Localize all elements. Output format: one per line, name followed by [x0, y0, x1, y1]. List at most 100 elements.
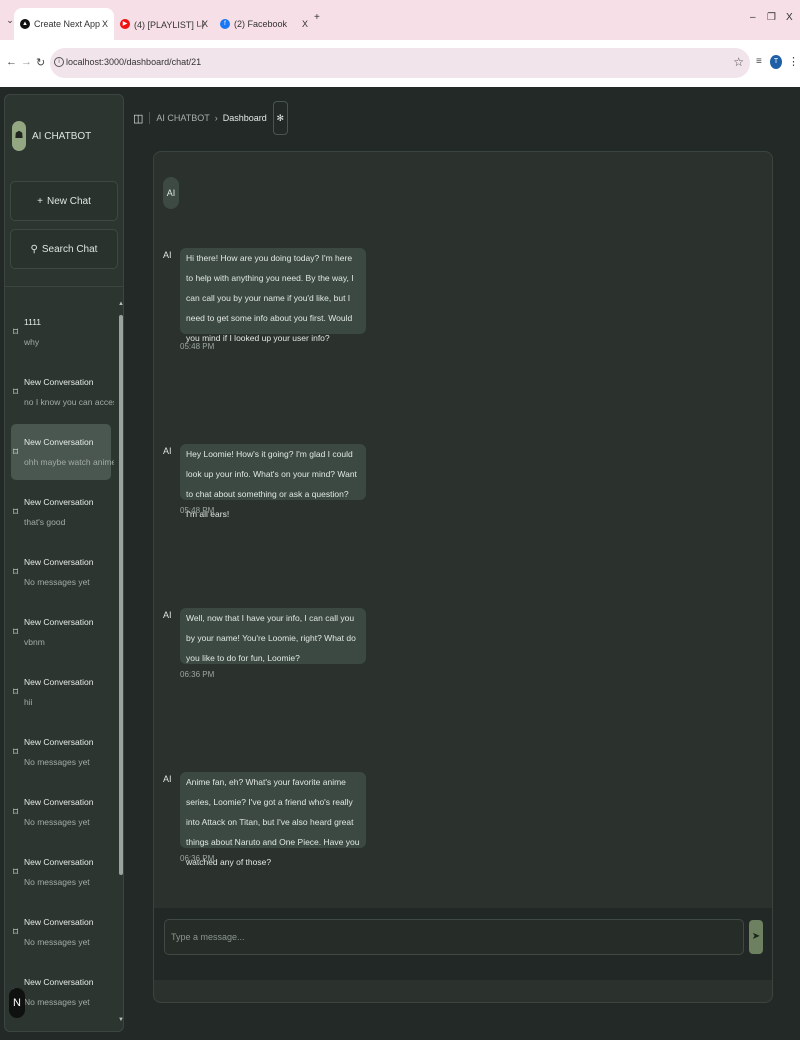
- new-chat-button[interactable]: + New Chat: [10, 181, 118, 221]
- conversation-item[interactable]: ⌑New ConversationNo messages yet: [11, 724, 111, 780]
- profile-avatar[interactable]: T: [770, 55, 782, 69]
- breadcrumb-chevron-icon: ›: [214, 113, 218, 123]
- breadcrumb-current: Dashboard: [222, 113, 267, 123]
- minimize-button[interactable]: –: [750, 12, 756, 23]
- close-tab-icon[interactable]: X: [102, 19, 108, 29]
- close-tab-icon[interactable]: X: [302, 19, 308, 29]
- sidebar-divider: [5, 286, 123, 287]
- message-input[interactable]: [164, 919, 744, 955]
- chat-bubble-icon: ⌑: [13, 447, 19, 458]
- message-timestamp: 06:36 PM: [180, 854, 215, 863]
- assistant-message-bubble: Well, now that I have your info, I can c…: [180, 608, 366, 664]
- conversation-item[interactable]: ⌑ New Conversation No messages yet: [11, 844, 111, 900]
- reload-icon[interactable]: ↻: [36, 56, 45, 69]
- conversation-title: New Conversation: [24, 917, 94, 927]
- search-icon: ⚲: [30, 243, 38, 255]
- browser-menu-icon[interactable]: ⋮: [788, 55, 799, 68]
- conversation-title: 1111: [24, 317, 42, 327]
- conversation-preview: No messages yet: [24, 877, 90, 887]
- new-chat-label: New Chat: [46, 195, 91, 207]
- chat-panel: AI AI Hi there! How are you doing today? …: [153, 151, 773, 1003]
- sidebar-scrollbar[interactable]: [119, 315, 123, 875]
- send-icon: ➤: [751, 931, 761, 942]
- forward-arrow-icon[interactable]: →: [21, 56, 32, 68]
- browser-tab[interactable]: ▶ (4) [PLAYLIST] 나 혼자만 X: [114, 8, 214, 40]
- brand: ☗ AI CHATBOT: [12, 121, 91, 151]
- conversation-title: New Conversation: [24, 797, 94, 807]
- browser-address-bar: ← → ↻ i localhost:3000/dashboard/chat/21…: [0, 40, 800, 87]
- new-tab-button[interactable]: +: [314, 12, 320, 23]
- plus-icon: +: [37, 195, 43, 207]
- conversation-item[interactable]: ⌑ New Conversation hii: [11, 664, 111, 720]
- conversation-preview: ohh maybe watch anime: [24, 457, 114, 467]
- scroll-up-arrow-icon[interactable]: ▲: [118, 301, 123, 307]
- conversation-item[interactable]: ⌑ New Conversation vbnm: [11, 604, 111, 660]
- browser-tab[interactable]: f (2) Facebook X: [214, 8, 314, 40]
- assistant-message-bubble: Hey Loomie! How's it going? I'm glad I c…: [180, 444, 366, 519]
- assistant-avatar: AI: [163, 446, 172, 456]
- close-window-button[interactable]: X: [786, 12, 793, 23]
- chat-bubble-icon: ⌑: [13, 807, 19, 818]
- conversation-preview: No messages yet: [24, 937, 90, 947]
- scroll-down-arrow-icon[interactable]: ▼: [118, 1017, 123, 1023]
- conversation-item[interactable]: ⌑ 1111 why: [11, 304, 111, 360]
- conversation-item[interactable]: ⌑New ConversationNo messages yet: [11, 544, 111, 600]
- chat-bubble-icon: ⌑: [13, 747, 19, 758]
- url-field[interactable]: i localhost:3000/dashboard/chat/21 ☆: [50, 48, 750, 78]
- user-avatar[interactable]: N: [9, 988, 25, 1018]
- facebook-logo-icon: f: [220, 19, 230, 29]
- assistant-message-bubble: Anime fan, eh? What's your favorite anim…: [180, 772, 366, 867]
- conversation-title: New Conversation: [24, 557, 94, 567]
- conversation-item[interactable]: ⌑ New Conversation ohh maybe watch anime: [11, 424, 114, 480]
- browser-tab-bar: ⌄ ▲ Create Next App X ▶ (4) [PLAYLIST] 나…: [0, 0, 800, 40]
- site-info-icon[interactable]: i: [54, 57, 64, 67]
- assistant-avatar: AI: [163, 177, 179, 209]
- chat-bubble-icon: ⌑: [13, 327, 19, 338]
- conversation-title: New Conversation: [24, 857, 94, 867]
- chat-bubble-icon: ⌑: [13, 927, 19, 938]
- conversation-item[interactable]: ⌑New ConversationNo messages yet: [11, 964, 111, 1020]
- breadcrumb-root[interactable]: AI CHATBOT: [156, 113, 209, 123]
- conversation-item[interactable]: ⌑ New Conversation that's good: [11, 484, 111, 540]
- sidebar: ☗ AI CHATBOT + New Chat ⚲ Search Chat ⌑ 1…: [4, 94, 124, 1032]
- chat-bubble-icon: ⌑: [13, 507, 19, 518]
- robot-icon: ☗: [12, 121, 26, 151]
- restore-button[interactable]: ❐: [767, 12, 776, 23]
- chat-bubble-icon: ⌑: [13, 627, 19, 638]
- reading-list-icon[interactable]: ≡: [756, 56, 762, 67]
- chat-bubble-icon: ⌑: [13, 867, 19, 878]
- message-timestamp: 06:36 PM: [180, 670, 215, 679]
- conversation-preview: no I know you can access i...: [24, 397, 114, 407]
- tab-title: Create Next App: [34, 19, 101, 29]
- conversation-title: New Conversation: [24, 497, 94, 507]
- conversation-item[interactable]: ⌑ New Conversation No messages yet: [11, 904, 111, 960]
- browser-tab-active[interactable]: ▲ Create Next App X: [14, 8, 114, 40]
- search-chat-label: Search Chat: [41, 243, 98, 255]
- conversation-item[interactable]: ⌑ New Conversation no I know you can acces…: [11, 364, 114, 420]
- url-text[interactable]: localhost:3000/dashboard/chat/21: [66, 57, 201, 67]
- conversation-preview: that's good: [24, 517, 66, 527]
- conversation-preview: why: [24, 337, 40, 347]
- close-tab-icon[interactable]: X: [202, 19, 208, 29]
- nextjs-logo-icon: ▲: [20, 19, 30, 29]
- conversation-title: New Conversation: [24, 377, 94, 387]
- conversation-title: New Conversation: [24, 977, 94, 987]
- settings-gear-icon[interactable]: ✻: [272, 101, 288, 135]
- chat-bubble-icon: ⌑: [13, 387, 19, 398]
- conversation-item[interactable]: ⌑New ConversationNo messages yet: [11, 784, 111, 840]
- message-timestamp: 05:48 PM: [180, 342, 215, 351]
- send-button[interactable]: ➤: [749, 920, 763, 954]
- conversation-title: New Conversation: [24, 677, 94, 687]
- conversation-title: New Conversation: [24, 437, 94, 447]
- conversation-preview: No messages yet: [24, 997, 90, 1007]
- assistant-avatar: AI: [163, 250, 172, 260]
- back-arrow-icon[interactable]: ←: [6, 56, 17, 68]
- conversation-title: New Conversation: [24, 617, 94, 627]
- search-chat-button[interactable]: ⚲ Search Chat: [10, 229, 118, 269]
- bookmark-star-icon[interactable]: ☆: [733, 55, 744, 69]
- message-timestamp: 05:48 PM: [180, 506, 215, 515]
- chat-bubble-icon: ⌑: [13, 687, 19, 698]
- tab-title: (4) [PLAYLIST] 나 혼자만: [134, 19, 204, 30]
- conversation-preview: No messages yet: [24, 757, 90, 767]
- sidebar-toggle-icon[interactable]: ◫: [133, 112, 143, 125]
